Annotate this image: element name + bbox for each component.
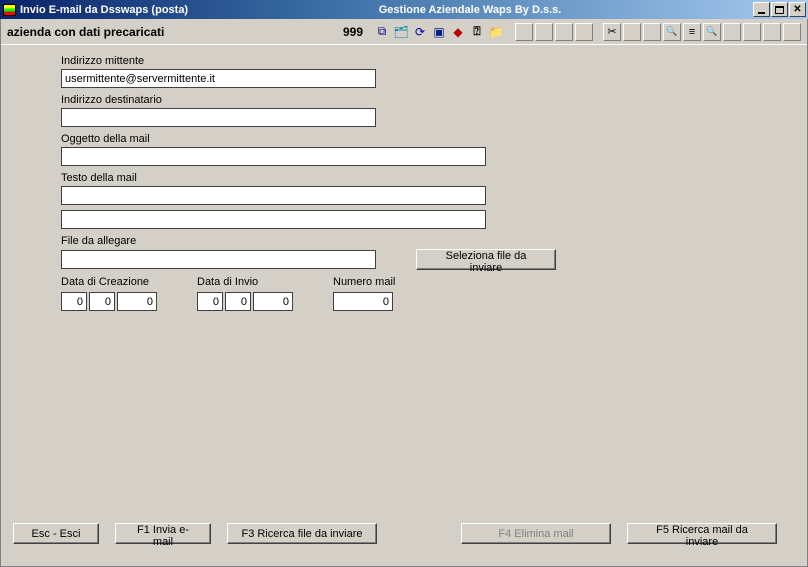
title-bar: Invio E-mail da Dsswaps (posta) Gestione… <box>0 0 808 19</box>
sender-label: Indirizzo mittente <box>61 55 797 67</box>
close-button[interactable]: ✕ <box>789 2 806 17</box>
save-icon[interactable]: ⧉ <box>373 23 391 41</box>
toolbar-btn-10[interactable] <box>783 23 801 41</box>
esc-button[interactable]: Esc - Esci <box>13 523 99 544</box>
mailnum-label: Numero mail <box>333 276 395 288</box>
dest-input[interactable] <box>61 108 376 127</box>
body-label: Testo della mail <box>61 172 797 184</box>
toolbar: azienda con dati precaricati 999 ⧉ 🗂 ⟳ ▣… <box>1 19 807 45</box>
toolbar-btn-list[interactable]: ≡ <box>683 23 701 41</box>
body-input-1[interactable] <box>61 186 486 205</box>
toolbar-btn-8[interactable] <box>743 23 761 41</box>
toolbar-btn-7[interactable] <box>723 23 741 41</box>
toolbar-btn-delete[interactable]: ✂ <box>603 23 621 41</box>
window-title-left: Invio E-mail da Dsswaps (posta) <box>20 4 188 16</box>
toolbar-btn-1[interactable] <box>515 23 533 41</box>
toolbar-btn-find[interactable]: 🔍 <box>663 23 681 41</box>
created-month[interactable] <box>89 292 115 311</box>
toolbar-icons: ⧉ 🗂 ⟳ ▣ ◆ ⍰ 📁 ✂ 🔍 ≡ 🔍 <box>373 23 801 41</box>
folder-icon[interactable]: 📁 <box>487 23 505 41</box>
attach-input[interactable] <box>61 250 376 269</box>
created-day[interactable] <box>61 292 87 311</box>
maximize-button[interactable] <box>771 2 788 17</box>
toolbar-btn-4[interactable] <box>575 23 593 41</box>
refresh-icon[interactable]: ⟳ <box>411 23 429 41</box>
toolbar-btn-9[interactable] <box>763 23 781 41</box>
toolbar-btn-6[interactable] <box>643 23 661 41</box>
select-file-button[interactable]: Seleziona file da inviare <box>416 249 556 270</box>
minimize-button[interactable] <box>753 2 770 17</box>
company-label: azienda con dati precaricati <box>7 25 164 39</box>
body-input-2[interactable] <box>61 210 486 229</box>
subject-label: Oggetto della mail <box>61 133 797 145</box>
toolbar-btn-3[interactable] <box>555 23 573 41</box>
toolbar-btn-5[interactable] <box>623 23 641 41</box>
sent-month[interactable] <box>225 292 251 311</box>
form-area: Indirizzo mittente Indirizzo destinatari… <box>1 45 807 566</box>
dest-label: Indirizzo destinatario <box>61 94 797 106</box>
f4-delete-button[interactable]: F4 Elimina mail <box>461 523 611 544</box>
sender-input[interactable] <box>61 69 376 88</box>
created-year[interactable] <box>117 292 157 311</box>
window-title-center: Gestione Aziendale Waps By D.s.s. <box>188 4 752 16</box>
f5-search-mail-button[interactable]: F5 Ricerca mail da inviare <box>627 523 777 544</box>
toolbar-btn-2[interactable] <box>535 23 553 41</box>
sent-label: Data di Invio <box>197 276 293 288</box>
f3-search-file-button[interactable]: F3 Ricerca file da inviare <box>227 523 377 544</box>
monitor-icon[interactable]: ▣ <box>430 23 448 41</box>
subject-input[interactable] <box>61 147 486 166</box>
app-icon <box>3 4 16 16</box>
toolbar-btn-find2[interactable]: 🔍 <box>703 23 721 41</box>
sent-year[interactable] <box>253 292 293 311</box>
book-icon[interactable]: ◆ <box>449 23 467 41</box>
open-icon[interactable]: 🗂 <box>392 23 410 41</box>
mailnum-input[interactable] <box>333 292 393 311</box>
created-label: Data di Creazione <box>61 276 157 288</box>
sent-day[interactable] <box>197 292 223 311</box>
bottom-button-bar: Esc - Esci F1 Invia e-mail F3 Ricerca fi… <box>13 523 795 544</box>
f1-send-button[interactable]: F1 Invia e-mail <box>115 523 211 544</box>
company-code: 999 <box>343 25 363 39</box>
attach-label: File da allegare <box>61 235 797 247</box>
help-icon[interactable]: ⍰ <box>468 23 486 41</box>
